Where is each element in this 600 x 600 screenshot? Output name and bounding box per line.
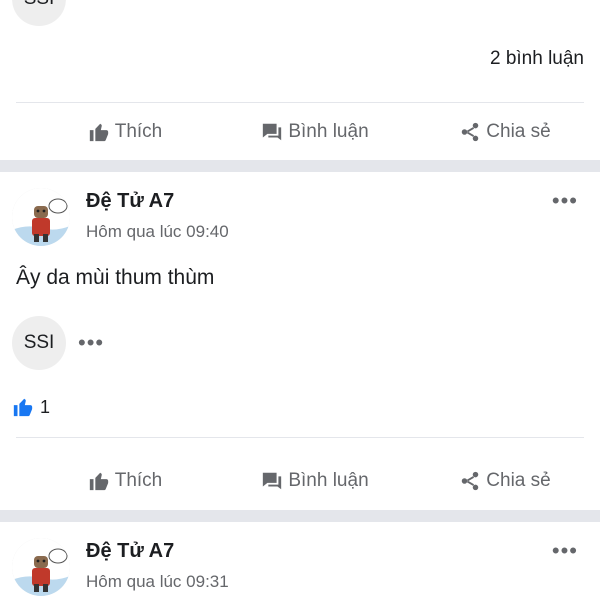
post-text: Ây da mùi thum thùm (16, 266, 215, 289)
like-button[interactable]: Thích (0, 103, 220, 161)
commenter-avatar-ssi[interactable]: SSI (12, 316, 66, 370)
comment-button[interactable]: Bình luận (220, 452, 410, 510)
comment-count-link[interactable]: 2 bình luận (490, 48, 584, 70)
comment-icon (263, 472, 282, 490)
share-button[interactable]: Chia sẻ (410, 452, 600, 510)
comment-icon (263, 123, 282, 141)
share-icon (462, 471, 479, 491)
author-avatar[interactable] (12, 538, 70, 596)
share-label: Chia sẻ (486, 121, 551, 142)
comment-more-button[interactable]: ••• (78, 332, 104, 354)
thumbs-up-icon (89, 472, 108, 491)
reaction-summary[interactable]: 1 (12, 396, 50, 418)
thumbs-up-icon (89, 123, 108, 142)
action-bar: Thích Bình luận Chia sẻ (0, 103, 600, 161)
action-bar: Thích Bình luận Chia sẻ (0, 452, 600, 510)
comment-label: Bình luận (288, 470, 369, 491)
like-reaction-icon (13, 398, 33, 417)
share-label: Chia sẻ (486, 470, 551, 491)
more-options-button[interactable]: ••• (552, 540, 578, 562)
like-label: Thích (114, 470, 163, 491)
post-timestamp[interactable]: Hôm qua lúc 09:40 (86, 222, 229, 242)
author-avatar[interactable] (12, 188, 70, 246)
share-icon (462, 122, 479, 142)
post-timestamp[interactable]: Hôm qua lúc 09:31 (86, 572, 229, 592)
like-label: Thích (114, 121, 163, 142)
divider (16, 437, 584, 438)
post-card: Đệ Tử A7 Hôm qua lúc 09:40 ••• Ây da mùi… (0, 172, 600, 506)
like-count: 1 (40, 396, 51, 417)
avatar-image (12, 188, 70, 246)
avatar-image (12, 538, 70, 596)
commenter-avatar-ssi[interactable]: SSI (12, 0, 66, 26)
post-partial-top: SSI 2 bình luận Thích Bình luận Chia sẻ (0, 0, 600, 160)
more-options-button[interactable]: ••• (552, 190, 578, 212)
author-name[interactable]: Đệ Tử A7 (86, 190, 174, 213)
feed-screen: SSI 2 bình luận Thích Bình luận Chia sẻ (0, 0, 600, 600)
post-separator (0, 510, 600, 522)
post-separator (0, 160, 600, 172)
comment-button[interactable]: Bình luận (220, 103, 410, 161)
author-name[interactable]: Đệ Tử A7 (86, 540, 174, 563)
comment-label: Bình luận (288, 121, 369, 142)
share-button[interactable]: Chia sẻ (410, 103, 600, 161)
like-button[interactable]: Thích (0, 452, 220, 510)
post-card: Đệ Tử A7 Hôm qua lúc 09:31 ••• (0, 522, 600, 600)
